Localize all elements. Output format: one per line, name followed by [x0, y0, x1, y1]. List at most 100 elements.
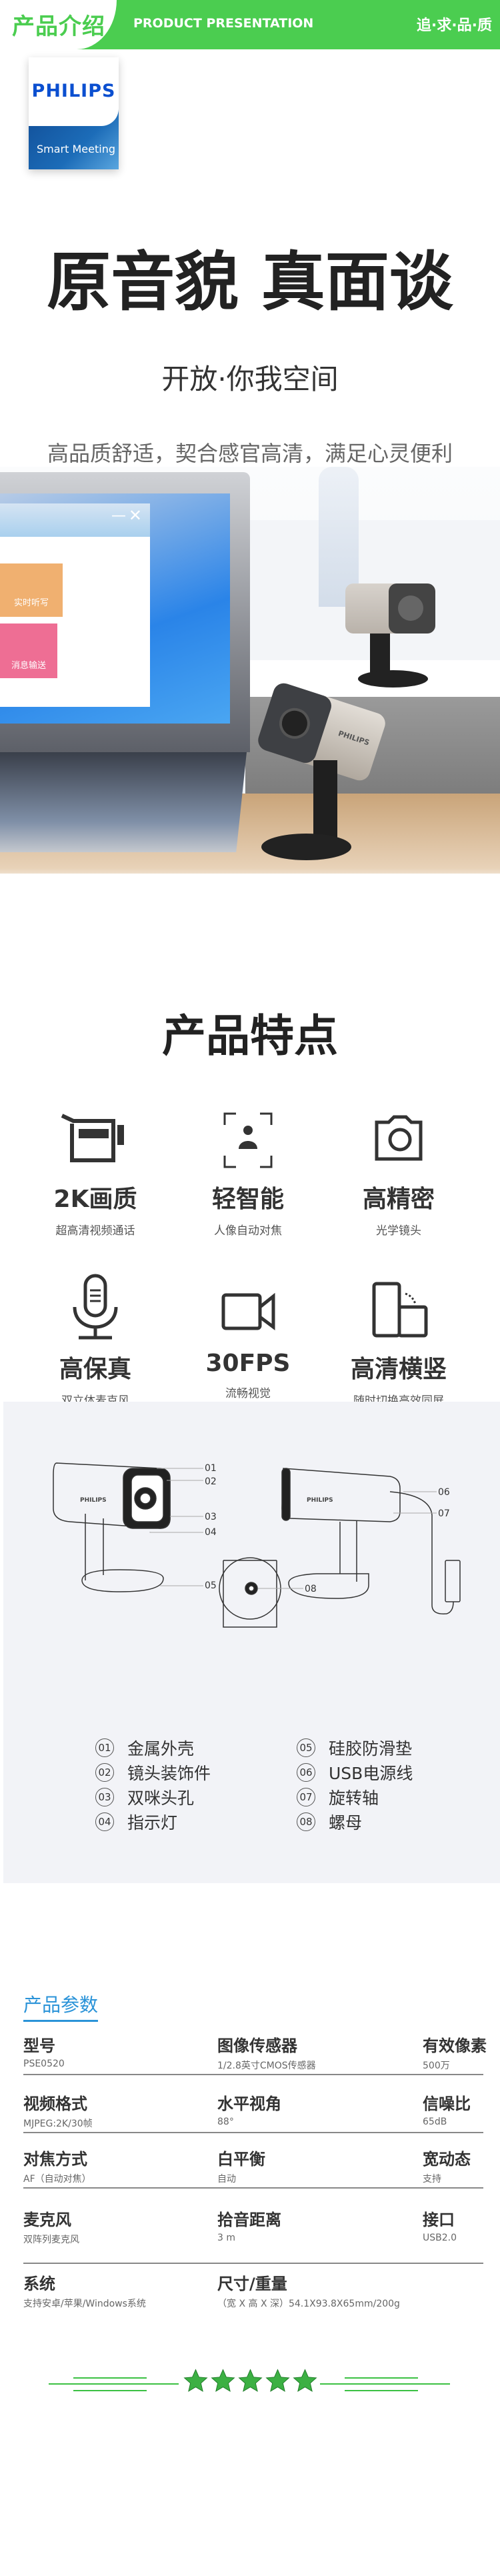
camera-icon: [375, 1115, 423, 1161]
camera-brand: PHILIPS: [337, 729, 371, 748]
divider-line: [73, 2377, 147, 2379]
spec-label: 视频格式: [23, 2095, 87, 2113]
spec-label: 图像传感器: [217, 2037, 297, 2055]
drawing-brand: PHILIPS: [80, 1497, 107, 1504]
part-item: 04 指示灯: [95, 1809, 211, 1834]
spec-value: （宽 X 高 X 深）54.1X93.8X65mm/200g: [217, 2299, 400, 2309]
feature-2k: 2K画质 超高清视频通话: [15, 1110, 175, 1238]
part-name: USB电源线: [329, 1763, 413, 1783]
part-item: 07 旋转轴: [297, 1784, 413, 1809]
section-subtitle: PRODUCT PRESENTATION: [133, 16, 314, 31]
part-item: 03 双咪头孔: [95, 1784, 211, 1809]
callout-06: 06: [438, 1487, 450, 1498]
star-icon: [265, 2369, 290, 2392]
app-window: — ✕ 实时听写 消息输送: [0, 503, 150, 707]
spec-label: 尺寸/重量: [217, 2275, 287, 2293]
phone-rotate-icon: [372, 1282, 428, 1338]
feature-label: 轻智能: [211, 1186, 284, 1213]
spec-value: 支持: [423, 2174, 441, 2185]
spec-label: 拾音距离: [217, 2211, 281, 2229]
spec-divider: [23, 2263, 483, 2264]
part-number: 04: [95, 1812, 114, 1831]
microphone-icon: [73, 1274, 118, 1340]
feature-hifi: 高保真 双立体麦克风: [15, 1274, 175, 1408]
spec-value: MJPEG:2K/30帧: [23, 2119, 93, 2129]
part-name: 镜头装饰件: [127, 1763, 211, 1783]
spec-divider: [23, 2187, 483, 2189]
divider-line: [345, 2377, 418, 2379]
rating-stars: [183, 2369, 317, 2393]
callout-03: 03: [205, 1512, 217, 1522]
part-item: 06 USB电源线: [297, 1760, 413, 1784]
part-item: 05 硅胶防滑垫: [297, 1735, 413, 1760]
spec-value: 500万: [423, 2061, 450, 2071]
callout-02: 02: [205, 1476, 217, 1487]
star-icon: [238, 2369, 263, 2392]
dictation-button[interactable]: 实时听写: [0, 563, 63, 617]
logo-line: Smart Meeting: [37, 143, 115, 155]
callout-07: 07: [438, 1508, 450, 1519]
spec-divider: [23, 2132, 483, 2133]
photo-scene: — ✕ 实时听写 消息输送 PHILIPS: [0, 467, 500, 874]
feature-sub: 超高清视频通话: [55, 1224, 135, 1238]
spec-label: 白平衡: [217, 2150, 265, 2169]
spec-label: 型号: [23, 2037, 55, 2055]
spec-label: 宽动态: [423, 2150, 471, 2169]
part-number: 02: [95, 1762, 114, 1782]
divider-line: [345, 2390, 418, 2391]
feature-sub: 人像自动对焦: [214, 1224, 282, 1238]
webcam-front-stand: [313, 760, 337, 840]
spec-value: 支持安卓/苹果/Windows系统: [23, 2299, 146, 2309]
parts-diagram: PHILIPS PHILIPS 01 02 03 04 05 06 07 08 01 金属外壳…: [3, 1402, 500, 1883]
section-title: 产品介绍: [12, 13, 105, 40]
spec-label: 有效像素: [423, 2037, 487, 2055]
feature-sub: 流畅视觉: [225, 1387, 271, 1400]
message-button[interactable]: 消息输送: [0, 623, 57, 678]
webcam-back-stand: [370, 633, 390, 675]
part-item: 02 镜头装饰件: [95, 1760, 211, 1784]
spec-label: 麦克风: [23, 2211, 71, 2229]
close-icon[interactable]: ✕: [129, 506, 142, 525]
part-name: 旋转轴: [329, 1788, 379, 1808]
spec-value: 1/2.8英寸CMOS传感器: [217, 2061, 316, 2071]
part-name: 双咪头孔: [127, 1788, 195, 1808]
feature-smart: 轻智能 人像自动对焦: [168, 1110, 328, 1238]
star-icon: [183, 2369, 208, 2392]
part-number: 08: [297, 1812, 315, 1831]
feature-sub: 光学镜头: [376, 1224, 421, 1238]
laptop-keyboard: [0, 752, 247, 852]
hero-subtitle: 开放·你我空间: [161, 363, 339, 395]
minimize-icon[interactable]: —: [111, 507, 126, 524]
spec-value: 自动: [217, 2174, 236, 2185]
hero-title: 原音貌 真面谈: [47, 245, 453, 319]
camcorder-icon: [61, 1114, 124, 1162]
spec-value: PSE0520: [23, 2059, 65, 2069]
callout-05: 05: [205, 1580, 217, 1591]
part-name: 硅胶防滑垫: [329, 1738, 413, 1758]
spec-value: 65dB: [423, 2117, 447, 2127]
part-number: 06: [297, 1762, 315, 1782]
webcam-front-base: [261, 834, 351, 860]
spec-divider: [23, 2074, 483, 2075]
callout-08: 08: [305, 1584, 317, 1594]
feature-precision: 高精密 光学镜头: [319, 1110, 479, 1238]
face-focus-icon: [223, 1112, 273, 1168]
spec-label: 信噪比: [423, 2095, 471, 2113]
spec-value: 3 m: [217, 2233, 235, 2243]
product-photo: — ✕ 实时听写 消息输送 PHILIPS: [0, 467, 500, 874]
part-number: 03: [95, 1787, 114, 1806]
divider-line: [49, 2383, 179, 2385]
spec-label: 水平视角: [217, 2095, 281, 2113]
part-name: 指示灯: [127, 1812, 178, 1832]
spec-value: 双阵列麦克风: [23, 2235, 79, 2245]
slogan: 追·求·品·质: [416, 17, 492, 34]
spec-value: USB2.0: [423, 2233, 457, 2243]
part-number: 05: [297, 1738, 315, 1757]
feature-label: 高精密: [362, 1186, 435, 1213]
feature-label: 高保真: [59, 1356, 131, 1383]
star-icon: [211, 2369, 235, 2392]
callout-01: 01: [205, 1463, 217, 1474]
part-number: 07: [297, 1787, 315, 1806]
logo-brand: PHILIPS: [31, 81, 116, 101]
feature-30fps: 30FPS 流畅视觉: [168, 1280, 328, 1400]
